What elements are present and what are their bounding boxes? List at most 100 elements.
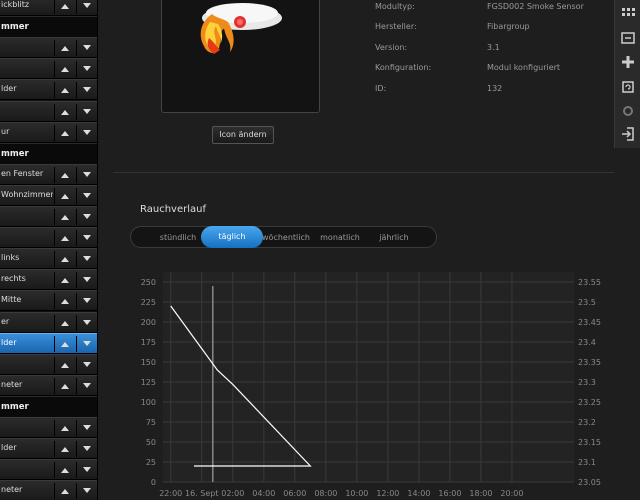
x-tick-label: 12:00 <box>376 489 399 498</box>
y-left-tick-label: 50 <box>146 438 156 447</box>
move-up-icon[interactable] <box>54 420 74 436</box>
change-icon-button[interactable]: Icon ändern <box>212 126 274 144</box>
move-up-icon[interactable] <box>54 293 74 310</box>
sidebar-device-item[interactable] <box>0 37 97 59</box>
sidebar-header-label: mmer <box>1 401 29 412</box>
move-down-icon[interactable] <box>76 61 96 78</box>
move-down-icon[interactable] <box>76 335 96 352</box>
move-up-icon[interactable] <box>54 40 74 57</box>
sidebar-device-item[interactable]: lder <box>0 438 97 460</box>
sidebar-device-item[interactable] <box>0 459 97 481</box>
move-up-icon[interactable] <box>54 335 74 352</box>
y-left-tick-label: 150 <box>141 358 156 367</box>
sidebar-device-item[interactable]: lder <box>0 79 97 101</box>
refresh-icon[interactable] <box>617 77 639 97</box>
move-down-icon[interactable] <box>76 314 96 331</box>
sidebar-device-item[interactable] <box>0 206 97 227</box>
move-down-icon[interactable] <box>76 356 96 373</box>
move-up-icon[interactable] <box>54 230 74 247</box>
sidebar-device-item[interactable]: rechts <box>0 269 97 291</box>
sidebar-device-item[interactable]: ur <box>0 121 97 143</box>
collapse-icon[interactable] <box>617 28 639 48</box>
move-up-icon[interactable] <box>54 462 74 479</box>
sidebar-header-label: mmer <box>1 148 29 159</box>
move-up-icon[interactable] <box>54 82 74 99</box>
move-down-icon[interactable] <box>76 462 96 479</box>
smoke-history-chart: 0 23.05 25 23.1 50 23.15 75 23.2 100 23.25 125 23.3… <box>141 272 601 498</box>
move-down-icon[interactable] <box>76 272 96 289</box>
sidebar-device-item[interactable]: Wohnzimmer <box>0 184 97 206</box>
tab-monthly[interactable]: monatlich <box>314 227 366 247</box>
grid-icon[interactable] <box>617 4 639 24</box>
x-tick-label: 18:00 <box>469 489 492 498</box>
sidebar-item-label: neter <box>1 379 23 389</box>
sidebar-device-item[interactable]: links <box>0 248 97 270</box>
move-up-icon[interactable] <box>54 483 74 500</box>
x-tick-label: 22:00 <box>159 489 182 498</box>
y-left-tick-label: 75 <box>146 418 156 427</box>
move-down-icon[interactable] <box>76 0 96 14</box>
move-up-icon[interactable] <box>54 377 74 394</box>
smoke-history-title: Rauchverlauf <box>140 204 206 215</box>
right-toolbar <box>614 0 640 148</box>
y-right-tick-label: 23.55 <box>578 278 601 287</box>
move-up-icon[interactable] <box>54 251 74 268</box>
sidebar-device-item[interactable]: lder <box>0 332 97 354</box>
move-up-icon[interactable] <box>54 187 74 204</box>
tab-daily[interactable]: täglich <box>201 226 263 248</box>
move-up-icon[interactable] <box>54 124 74 141</box>
move-up-icon[interactable] <box>54 61 74 78</box>
move-down-icon[interactable] <box>76 441 96 458</box>
sidebar-device-item[interactable]: Mitte <box>0 290 97 312</box>
move-up-icon[interactable] <box>54 272 74 289</box>
move-down-icon[interactable] <box>76 82 96 99</box>
sidebar-device-item[interactable]: neter <box>0 374 97 396</box>
sidebar-item-label: rechts <box>1 274 26 284</box>
sidebar-device-item[interactable] <box>0 227 97 249</box>
tab-hourly[interactable]: stündlich <box>151 227 205 247</box>
y-right-tick-label: 23.2 <box>578 418 596 427</box>
sidebar-device-item[interactable] <box>0 100 97 122</box>
y-right-tick-label: 23.1 <box>578 458 596 467</box>
move-up-icon[interactable] <box>54 441 74 458</box>
move-down-icon[interactable] <box>76 209 96 225</box>
sidebar-device-item[interactable]: en Fenster <box>0 163 97 185</box>
move-down-icon[interactable] <box>76 166 96 183</box>
section-divider <box>113 172 614 173</box>
move-up-icon[interactable] <box>54 103 74 120</box>
smoke-detector-fire-icon <box>200 3 282 54</box>
move-down-icon[interactable] <box>76 187 96 204</box>
sidebar-room-header: mmer <box>0 16 97 38</box>
move-down-icon[interactable] <box>76 103 96 120</box>
logout-icon[interactable] <box>617 124 639 144</box>
sidebar-device-item[interactable] <box>0 353 97 375</box>
move-down-icon[interactable] <box>76 251 96 268</box>
add-icon[interactable] <box>617 52 639 72</box>
move-up-icon[interactable] <box>54 209 74 225</box>
move-down-icon[interactable] <box>76 124 96 141</box>
sidebar-device-item[interactable]: er <box>0 311 97 333</box>
move-down-icon[interactable] <box>76 230 96 247</box>
sidebar-item-label: er <box>1 316 10 326</box>
move-down-icon[interactable] <box>76 377 96 394</box>
sidebar-device-item[interactable] <box>0 417 97 438</box>
x-tick-label: 04:00 <box>252 489 275 498</box>
move-down-icon[interactable] <box>76 40 96 57</box>
sidebar-device-item[interactable]: ickblitz <box>0 0 97 16</box>
sidebar-device-item[interactable]: neter <box>0 480 97 500</box>
tab-yearly[interactable]: jährlich <box>369 227 419 247</box>
sidebar-device-item[interactable] <box>0 58 97 80</box>
move-up-icon[interactable] <box>54 166 74 183</box>
sidebar-room-header: mmer <box>0 142 97 164</box>
move-down-icon[interactable] <box>76 420 96 436</box>
tab-weekly[interactable]: wöchentlich <box>261 227 311 247</box>
period-tabs: stündlich täglich wöchentlich monatlich … <box>130 226 437 248</box>
move-down-icon[interactable] <box>76 483 96 500</box>
move-up-icon[interactable] <box>54 0 74 14</box>
move-down-icon[interactable] <box>76 293 96 310</box>
y-left-tick-label: 100 <box>141 398 156 407</box>
move-up-icon[interactable] <box>54 314 74 331</box>
move-up-icon[interactable] <box>54 356 74 373</box>
sidebar-header-label: mmer <box>1 22 29 33</box>
settings-icon[interactable] <box>617 101 639 121</box>
